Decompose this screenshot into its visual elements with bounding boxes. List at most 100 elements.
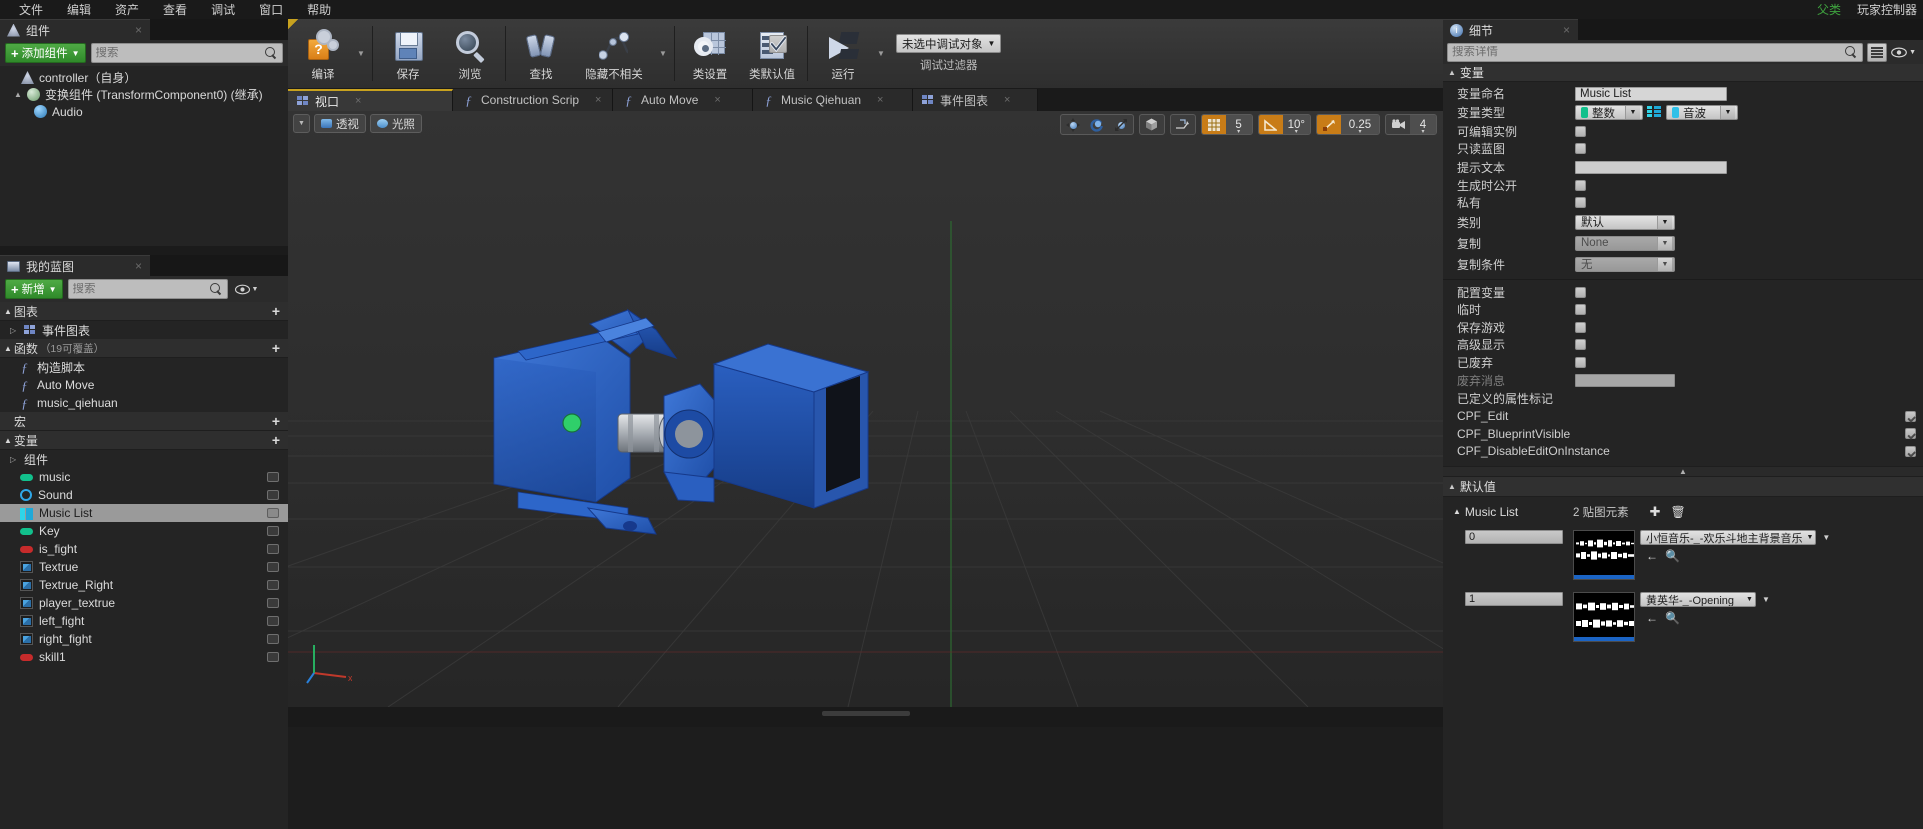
- list-item-var-key[interactable]: Key: [0, 522, 288, 540]
- savegame-checkbox[interactable]: [1575, 321, 1586, 333]
- close-icon[interactable]: ×: [117, 259, 142, 273]
- section-functions[interactable]: ▲ 函数 （19可覆盖） +: [0, 339, 288, 358]
- variable-name-input[interactable]: Music List: [1575, 86, 1727, 101]
- menu-item-file[interactable]: 文件: [8, 0, 54, 20]
- variable-visibility-icon[interactable]: [267, 472, 279, 482]
- transient-checkbox[interactable]: [1575, 304, 1586, 316]
- camera-speed-value[interactable]: 4: [1410, 115, 1436, 134]
- advanced-display-checkbox[interactable]: [1575, 339, 1586, 351]
- variable-visibility-icon[interactable]: [267, 544, 279, 554]
- instance-editable-checkbox[interactable]: [1575, 125, 1586, 137]
- collapse-arrow-icon[interactable]: ▲: [4, 307, 12, 316]
- list-item-var-right-fight[interactable]: right_fight: [0, 630, 288, 648]
- tab-event-graph[interactable]: 事件图表 ×: [913, 89, 1038, 111]
- section-variables[interactable]: ▲ 变量 +: [0, 431, 288, 450]
- add-macro-button[interactable]: +: [272, 414, 280, 428]
- blueprint-readonly-checkbox[interactable]: [1575, 143, 1586, 155]
- close-icon[interactable]: ×: [117, 23, 142, 37]
- config-variable-checkbox[interactable]: [1575, 286, 1586, 298]
- add-graph-button[interactable]: +: [272, 304, 280, 318]
- details-search[interactable]: [1447, 42, 1864, 62]
- hide-unrelated-button[interactable]: 隐藏不相关: [572, 19, 656, 88]
- scale-snap-value[interactable]: 0.25: [1341, 115, 1379, 134]
- variable-visibility-icon[interactable]: [267, 508, 279, 518]
- category-default-value[interactable]: ▲ 默认值: [1443, 477, 1923, 497]
- list-item-auto-move[interactable]: ƒ Auto Move: [0, 376, 288, 394]
- surface-snap-button[interactable]: [1171, 115, 1195, 134]
- variable-visibility-icon[interactable]: [267, 652, 279, 662]
- details-search-input[interactable]: [1452, 46, 1846, 58]
- audio-asset-select-1[interactable]: 黄英华-_-Opening ▼: [1640, 592, 1756, 607]
- audio-thumbnail-1[interactable]: [1573, 592, 1635, 642]
- add-function-button[interactable]: +: [272, 341, 280, 355]
- menu-item-edit[interactable]: 编辑: [56, 0, 102, 20]
- add-variable-button[interactable]: +: [272, 433, 280, 447]
- display-options-button[interactable]: [1867, 42, 1888, 62]
- list-item-construction-script[interactable]: ƒ 构造脚本: [0, 358, 288, 376]
- menu-item-view[interactable]: 查看: [152, 0, 198, 20]
- camera-speed-icon-button[interactable]: [1386, 115, 1410, 134]
- add-new-button[interactable]: + 新增 ▼: [5, 279, 63, 299]
- panel-resize-handle[interactable]: [821, 711, 910, 716]
- viewport-bottom-bar[interactable]: [288, 707, 1443, 727]
- expand-arrow-icon[interactable]: ▷: [10, 455, 18, 464]
- viewport-options-button[interactable]: ▼: [293, 114, 310, 133]
- class-defaults-button[interactable]: 类默认值: [741, 19, 803, 88]
- tab-my-blueprint[interactable]: 我的蓝图 ×: [0, 255, 150, 276]
- replication-condition-select[interactable]: 无 ▼: [1575, 256, 1675, 272]
- list-item-var-textrue-right[interactable]: Textrue_Right: [0, 576, 288, 594]
- variable-visibility-icon[interactable]: [267, 526, 279, 536]
- list-item-var-left-fight[interactable]: left_fight: [0, 612, 288, 630]
- menu-item-assets[interactable]: 资产: [104, 0, 150, 20]
- collapse-arrow-icon[interactable]: ▲: [1448, 68, 1456, 77]
- close-icon[interactable]: ×: [714, 94, 720, 106]
- close-icon[interactable]: ×: [1545, 23, 1570, 37]
- parent-class-value[interactable]: 玩家控制器: [1857, 1, 1917, 18]
- close-icon[interactable]: ×: [355, 95, 361, 107]
- close-icon[interactable]: ×: [1004, 94, 1010, 106]
- variable-visibility-icon[interactable]: [267, 598, 279, 608]
- angle-snap-toggle[interactable]: [1258, 115, 1283, 134]
- grid-snap-toggle[interactable]: [1201, 115, 1226, 134]
- clear-array-button[interactable]: 🗑: [1670, 504, 1687, 519]
- use-selected-asset-button[interactable]: ←: [1646, 549, 1658, 563]
- myblueprint-search[interactable]: [67, 279, 228, 299]
- menu-item-debug[interactable]: 调试: [200, 0, 246, 20]
- tab-viewport[interactable]: 视口 ×: [288, 89, 453, 111]
- tab-details[interactable]: i 细节 ×: [1443, 19, 1578, 40]
- tree-row-controller[interactable]: controller（自身）: [0, 69, 288, 86]
- array-item-options-0[interactable]: ▼: [1816, 530, 1830, 542]
- section-graphs[interactable]: ▲ 图表 +: [0, 302, 288, 321]
- variable-subtype-select[interactable]: 音波 ▼: [1666, 105, 1738, 120]
- list-item-event-graph[interactable]: ▷ 事件图表: [0, 321, 288, 339]
- compile-dropdown[interactable]: ▼: [354, 19, 368, 88]
- close-icon[interactable]: ×: [877, 94, 883, 106]
- variable-visibility-icon[interactable]: [267, 634, 279, 644]
- list-item-var-player-textrue[interactable]: player_textrue: [0, 594, 288, 612]
- section-macros[interactable]: 宏 +: [0, 412, 288, 431]
- world-space-button[interactable]: [1140, 115, 1164, 134]
- array-item-options-1[interactable]: ▼: [1756, 592, 1770, 604]
- array-index-0-value[interactable]: 0: [1465, 530, 1563, 544]
- category-select[interactable]: 默认 ▼: [1575, 214, 1675, 230]
- category-variable[interactable]: ▲ 变量: [1443, 64, 1923, 82]
- debug-object-select[interactable]: 未选中调试对象 ▼: [896, 34, 1002, 53]
- tree-row-transform[interactable]: ▲ 变换组件 (TransformComponent0) (继承): [0, 86, 288, 103]
- rotate-gizmo-button[interactable]: [1085, 115, 1109, 134]
- variable-visibility-icon[interactable]: [267, 490, 279, 500]
- scale-snap-toggle[interactable]: [1317, 115, 1341, 134]
- components-search[interactable]: [90, 43, 283, 63]
- deprecated-checkbox[interactable]: [1575, 356, 1586, 368]
- run-dropdown[interactable]: ▼: [874, 19, 888, 88]
- private-checkbox[interactable]: [1575, 197, 1586, 209]
- variable-visibility-icon[interactable]: [267, 616, 279, 626]
- replication-select[interactable]: None ▼: [1575, 235, 1675, 251]
- expose-on-spawn-checkbox[interactable]: [1575, 179, 1586, 191]
- add-array-element-button[interactable]: ✚: [1647, 504, 1664, 519]
- tooltip-input[interactable]: [1575, 160, 1727, 174]
- view-options-button[interactable]: ▼: [1891, 46, 1919, 58]
- audio-asset-select-0[interactable]: 小恒音乐-_-欢乐斗地主背景音乐 ▼: [1640, 530, 1817, 545]
- browse-button[interactable]: 浏览: [439, 19, 501, 88]
- array-container-icon[interactable]: [1647, 106, 1662, 119]
- collapse-section-handle[interactable]: ▲: [1443, 466, 1923, 477]
